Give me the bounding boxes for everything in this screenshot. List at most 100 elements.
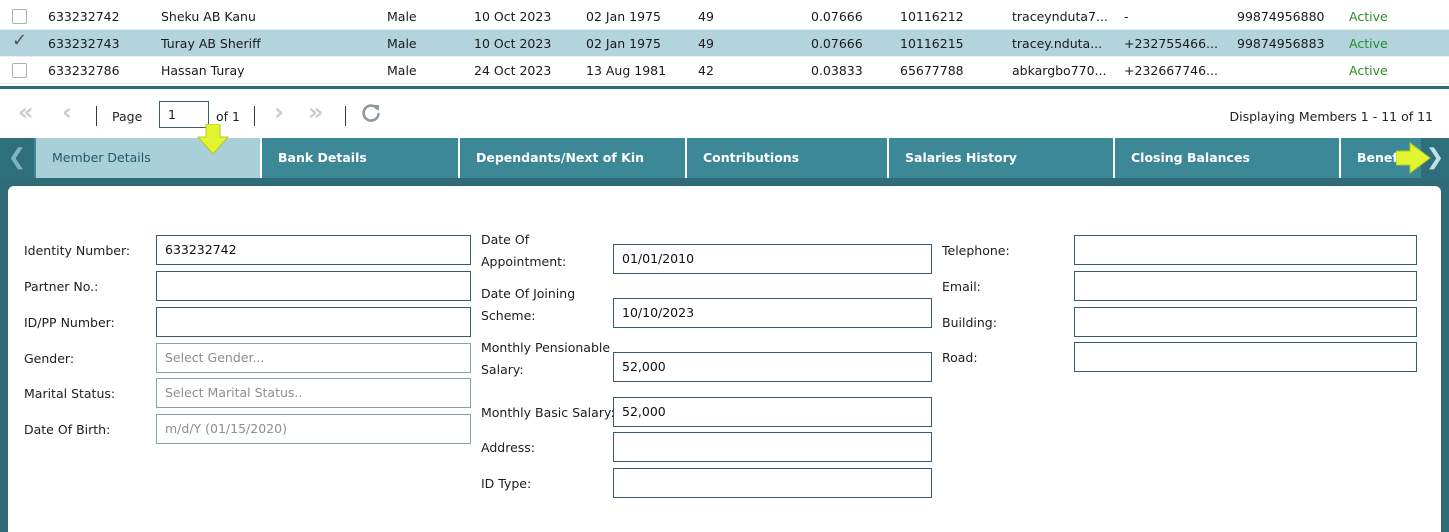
cell-identity: 633232786	[48, 63, 120, 78]
cell-identity: 633232743	[48, 36, 120, 51]
cell-name: Sheku AB Kanu	[161, 9, 256, 24]
cell-phone: +232755466...	[1124, 36, 1218, 51]
page-label: Page	[112, 109, 143, 124]
date-of-joining-label: Date Of Joining Scheme:	[481, 283, 575, 327]
row-checkbox[interactable]: ✓	[12, 63, 27, 78]
monthly-basic-salary-field[interactable]: 52,000	[613, 397, 932, 427]
cell-gender: Male	[387, 36, 417, 51]
label-line: Salary:	[481, 362, 524, 377]
cell-dob: 02 Jan 1975	[586, 36, 661, 51]
cell-date-joined: 24 Oct 2023	[474, 63, 552, 78]
cell-account: 99874956883	[1237, 36, 1325, 51]
pager-separator	[254, 106, 255, 126]
address-label: Address:	[481, 440, 535, 455]
cell-email: abkargbo770...	[1012, 63, 1107, 78]
marital-status-select[interactable]: Select Marital Status..	[156, 378, 471, 408]
pager-separator	[96, 106, 97, 126]
id-pp-number-label: ID/PP Number:	[24, 315, 115, 330]
cell-email: traceynduta7...	[1012, 9, 1108, 24]
gender-label: Gender:	[24, 351, 75, 366]
cell-age: 42	[698, 63, 714, 78]
gender-select[interactable]: Select Gender...	[156, 343, 471, 373]
date-of-joining-field[interactable]: 10/10/2023	[613, 298, 932, 328]
last-page-icon[interactable]: »	[308, 99, 324, 125]
identity-number-label: Identity Number:	[24, 243, 131, 258]
tab-bank-details[interactable]: Bank Details	[262, 138, 460, 178]
tab-dependants[interactable]: Dependants/Next of Kin	[460, 138, 687, 178]
partner-no-label: Partner No.:	[24, 279, 99, 294]
cell-age: 49	[698, 9, 714, 24]
tab-salaries-history[interactable]: Salaries History	[889, 138, 1115, 178]
building-field[interactable]	[1074, 307, 1417, 337]
date-of-birth-field[interactable]: m/d/Y (01/15/2020)	[156, 414, 471, 444]
table-row[interactable]: ✓ 633232743 Turay AB Sheriff Male 10 Oct…	[0, 30, 1449, 57]
monthly-pensionable-salary-field[interactable]: 52,000	[613, 352, 932, 382]
telephone-label: Telephone:	[942, 243, 1010, 258]
label-line: Scheme:	[481, 308, 536, 323]
cell-date-joined: 10 Oct 2023	[474, 9, 552, 24]
cell-account	[1237, 57, 1337, 84]
cell-account: 99874956880	[1237, 9, 1325, 24]
label-line: Date Of	[481, 232, 530, 247]
tab-contributions[interactable]: Contributions	[687, 138, 889, 178]
building-label: Building:	[942, 315, 997, 330]
next-page-icon[interactable]: ›	[274, 99, 284, 125]
date-of-appointment-field[interactable]: 01/01/2010	[613, 244, 932, 274]
row-checkbox[interactable]: ✓	[12, 32, 27, 51]
cell-dob: 13 Aug 1981	[586, 63, 667, 78]
row-checkbox[interactable]: ✓	[12, 9, 27, 24]
cell-age: 49	[698, 36, 714, 51]
cell-number: 65677788	[900, 63, 964, 78]
cell-dob: 02 Jan 1975	[586, 9, 661, 24]
table-row[interactable]: ✓ 633232742 Sheku AB Kanu Male 10 Oct 20…	[0, 3, 1449, 30]
display-count-text: Displaying Members 1 - 11 of 11	[1229, 109, 1434, 124]
road-label: Road:	[942, 350, 978, 365]
cell-name: Hassan Turay	[161, 63, 245, 78]
table-row[interactable]: ✓ 633232786 Hassan Turay Male 24 Oct 202…	[0, 57, 1449, 84]
cell-email: tracey.nduta...	[1012, 36, 1103, 51]
cell-number: 10116212	[900, 9, 964, 24]
road-field[interactable]	[1074, 342, 1417, 372]
cell-phone: +232667746...	[1124, 63, 1218, 78]
label-line: Date Of Joining	[481, 286, 576, 301]
cell-identity: 633232742	[48, 9, 120, 24]
annotation-arrow-icon	[1396, 142, 1431, 174]
cell-phone: -	[1124, 9, 1129, 24]
cell-rate: 0.07666	[811, 9, 863, 24]
members-grid: ✓ 633232742 Sheku AB Kanu Male 10 Oct 20…	[0, 0, 1449, 84]
status-badge: Active	[1349, 63, 1388, 78]
cell-rate: 0.03833	[811, 63, 863, 78]
cell-date-joined: 10 Oct 2023	[474, 36, 552, 51]
page-count-label: of 1	[216, 109, 240, 124]
address-field[interactable]	[613, 432, 932, 462]
cell-number: 10116215	[900, 36, 964, 51]
pager-separator	[345, 106, 346, 126]
refresh-icon[interactable]	[360, 102, 382, 124]
id-type-label: ID Type:	[481, 476, 532, 491]
partner-no-field[interactable]	[156, 271, 471, 301]
status-badge: Active	[1349, 36, 1388, 51]
email-field[interactable]	[1074, 271, 1417, 301]
label-line: Monthly Pensionable	[481, 340, 611, 355]
date-of-appointment-label: Date Of Appointment:	[481, 229, 566, 273]
check-icon: ✓	[12, 30, 28, 51]
scroll-left-icon[interactable]: ❮	[0, 138, 34, 178]
label-line: Appointment:	[481, 254, 567, 269]
cell-gender: Male	[387, 63, 417, 78]
first-page-icon[interactable]: «	[18, 99, 34, 125]
cell-rate: 0.07666	[811, 36, 863, 51]
monthly-basic-salary-label: Monthly Basic Salary:	[481, 405, 615, 420]
identity-number-field[interactable]: 633232742	[156, 235, 471, 265]
member-details-panel: Identity Number: 633232742 Partner No.: …	[0, 178, 1449, 532]
monthly-pensionable-salary-label: Monthly Pensionable Salary:	[481, 337, 610, 381]
status-badge: Active	[1349, 9, 1388, 24]
id-type-select[interactable]	[613, 468, 932, 498]
id-pp-number-field[interactable]	[156, 307, 471, 337]
prev-page-icon[interactable]: ‹	[62, 99, 72, 125]
tab-closing-balances[interactable]: Closing Balances	[1115, 138, 1341, 178]
email-label: Email:	[942, 279, 981, 294]
annotation-arrow-icon	[196, 124, 230, 155]
member-details-form: Identity Number: 633232742 Partner No.: …	[8, 186, 1441, 532]
telephone-field[interactable]	[1074, 235, 1417, 265]
marital-status-label: Marital Status:	[24, 386, 116, 401]
